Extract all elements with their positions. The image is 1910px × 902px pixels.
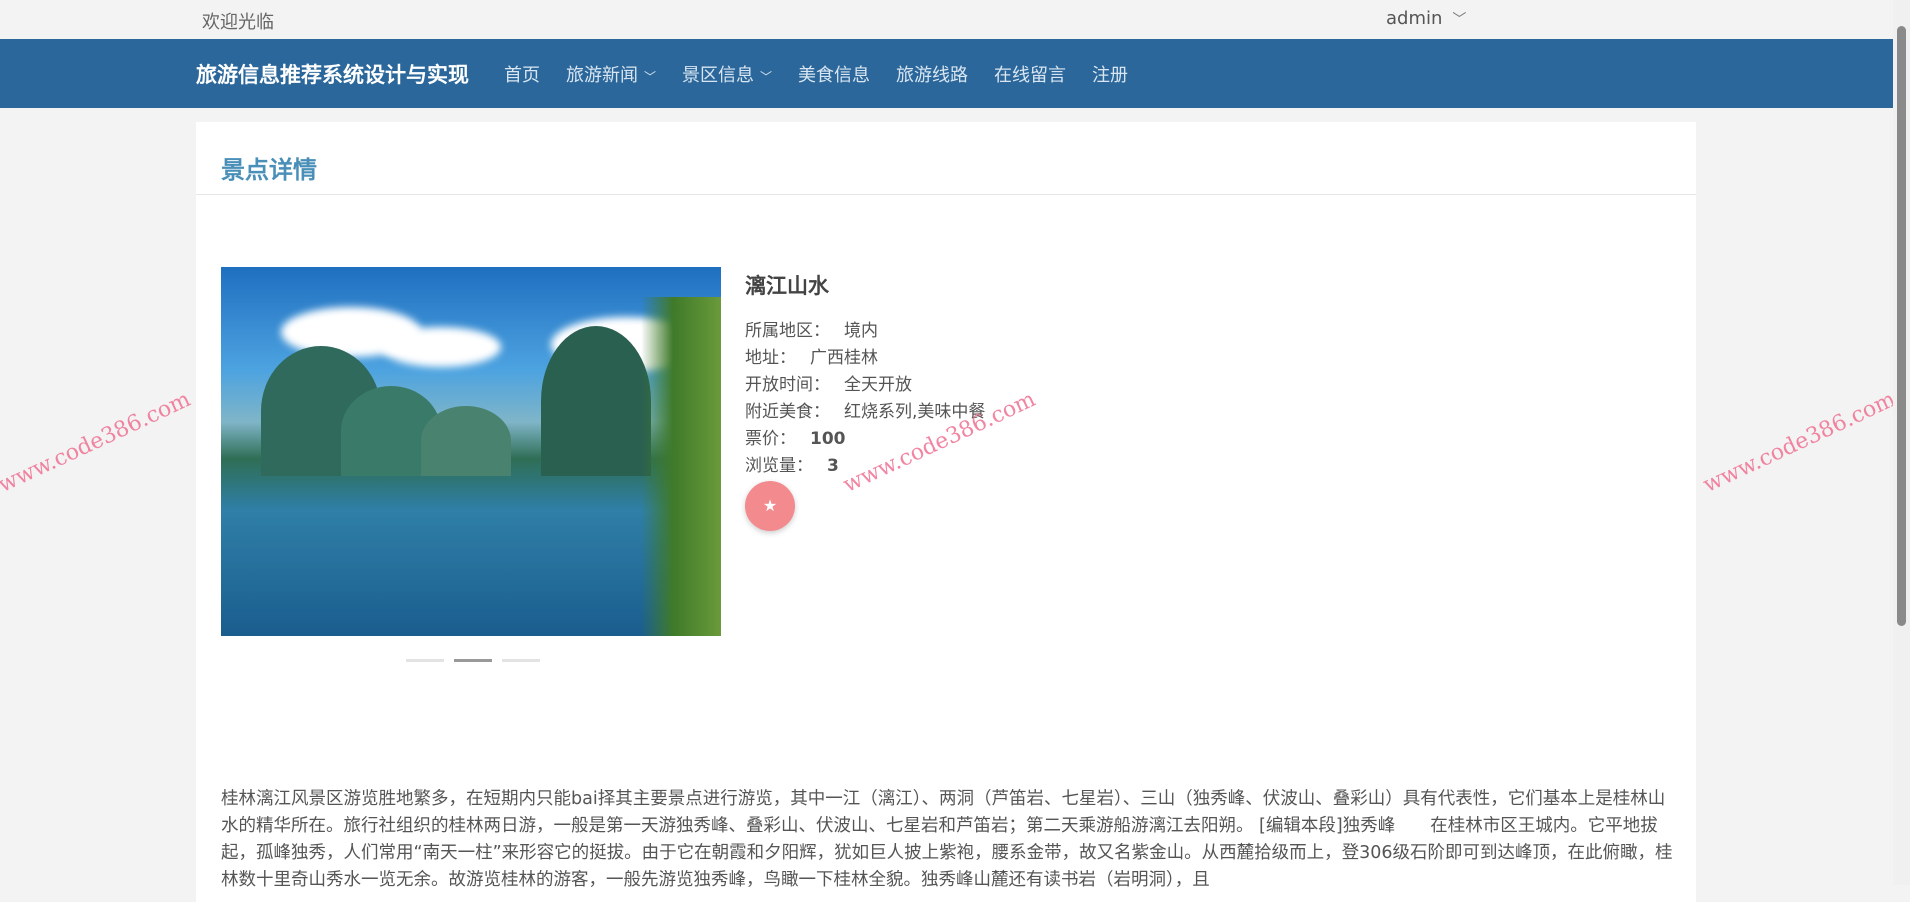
chevron-down-icon: ﹀ — [644, 69, 657, 84]
spot-description: 桂林漓江风景区游览胜地繁多，在短期内只能bai择其主要景点进行游览，其中一江（漓… — [221, 789, 1673, 890]
info-price: 票价： 100 — [745, 429, 846, 449]
nav-scenic[interactable]: 景区信息 ﹀ — [682, 61, 772, 87]
scrollbar-thumb[interactable] — [1897, 26, 1906, 626]
nav-news[interactable]: 旅游新闻 ﹀ — [566, 61, 656, 87]
info-address: 地址： 广西桂林 — [745, 348, 878, 368]
top-bar: 欢迎光临 admin ﹀ — [0, 0, 1910, 39]
chevron-down-icon: ﹀ — [760, 69, 773, 84]
carousel-dot[interactable] — [406, 659, 444, 662]
scrollbar[interactable] — [1893, 0, 1910, 885]
star-icon: ★ — [762, 496, 778, 515]
spot-name: 漓江山水 — [745, 274, 829, 298]
nav-register[interactable]: 注册 — [1092, 61, 1128, 87]
nav-food[interactable]: 美食信息 — [798, 61, 870, 87]
nav-home[interactable]: 首页 — [504, 61, 540, 87]
info-hours: 开放时间： 全天开放 — [745, 375, 912, 395]
carousel-dot[interactable] — [502, 659, 540, 662]
carousel-indicators — [406, 659, 540, 662]
chevron-down-icon: ﹀ — [1452, 12, 1467, 28]
page-title: 景点详情 — [221, 156, 317, 184]
info-views: 浏览量： 3 — [745, 456, 839, 476]
welcome-text: 欢迎光临 — [202, 12, 274, 33]
watermark: www.code386.com — [1699, 387, 1900, 498]
user-menu[interactable]: admin ﹀ — [1386, 8, 1466, 29]
site-brand[interactable]: 旅游信息推荐系统设计与实现 — [196, 59, 469, 89]
spot-info: 漓江山水 所属地区： 境内 地址： 广西桂林 开放时间： 全天开放 附近美食： 红烧系列… — [745, 270, 985, 480]
info-food: 附近美食： 红烧系列,美味中餐 — [745, 402, 986, 422]
nav-routes[interactable]: 旅游线路 — [896, 61, 968, 87]
nav-messages[interactable]: 在线留言 — [994, 61, 1066, 87]
main-nav: 旅游信息推荐系统设计与实现 首页 旅游新闻 ﹀ 景区信息 ﹀ 美食信息 旅游线路 在… — [0, 39, 1893, 108]
carousel-dot-active[interactable] — [454, 659, 492, 662]
detail-card: 景点详情 漓江山水 所属地区： 境内 地址： 广西桂林 开放时间： 全天开放 附近美食… — [196, 122, 1696, 902]
favorite-button[interactable]: ★ — [745, 481, 795, 531]
username: admin — [1386, 8, 1443, 29]
divider — [196, 194, 1696, 195]
watermark: www.code386.com — [0, 387, 195, 498]
info-region: 所属地区： 境内 — [745, 321, 878, 341]
spot-image-carousel[interactable] — [221, 267, 721, 636]
